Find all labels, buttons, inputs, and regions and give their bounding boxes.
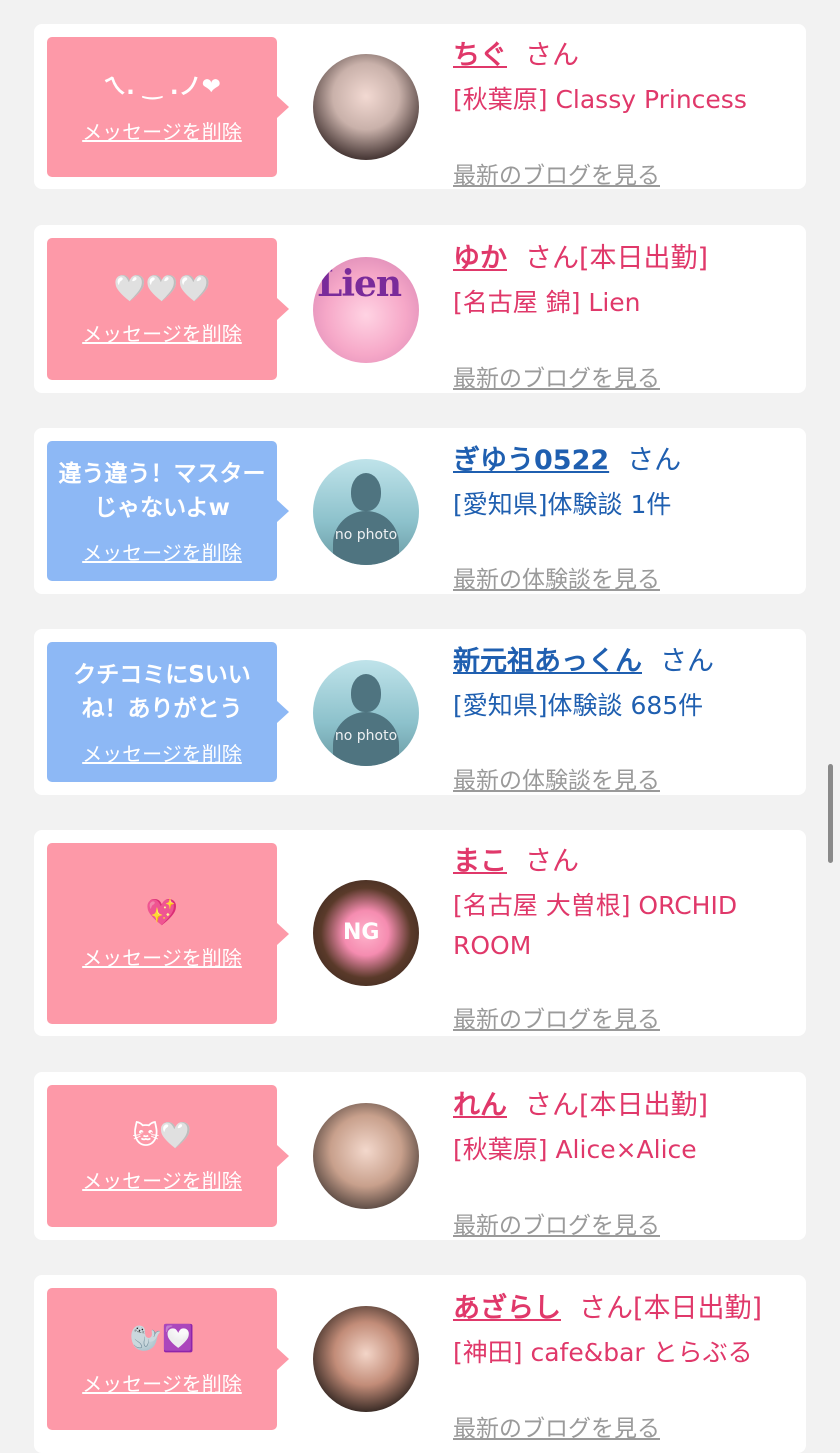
honorific: さん	[525, 40, 579, 71]
no-photo-avatar[interactable]: no photo	[313, 459, 419, 565]
sender-info: まこ さん [名古屋 大曽根] ORCHID ROOM 最新のブログを見る	[453, 844, 796, 1033]
message-card: 🦭💟 メッセージを削除 あざらし さん[本日出勤] [神田] cafe&bar と…	[34, 1275, 806, 1453]
message-card: 💖 メッセージを削除 NG まこ さん [名古屋 大曽根] ORCHID ROOM…	[34, 830, 806, 1036]
no-photo-avatar[interactable]: no photo	[313, 660, 419, 766]
review-count-label: [愛知県]体験談 1件	[453, 490, 672, 519]
sender-name-link[interactable]: れん	[453, 1090, 507, 1121]
message-bubble: 💖 メッセージを削除	[47, 843, 289, 1024]
delete-message-link[interactable]: メッセージを削除	[82, 537, 242, 566]
no-photo-label: no photo	[334, 527, 398, 543]
latest-blog-link[interactable]: 最新のブログを見る	[453, 1206, 660, 1240]
sender-info: れん さん[本日出勤] [秋葉原] Alice×Alice 最新のブログを見る	[453, 1088, 796, 1239]
message-bubble: クチコミにSいいね！ありがとう メッセージを削除	[47, 642, 289, 782]
latest-blog-link[interactable]: 最新のブログを見る	[453, 1409, 660, 1443]
name-line: まこ さん	[453, 844, 796, 880]
silhouette-icon	[351, 674, 381, 712]
honorific: さん	[579, 1293, 633, 1324]
message-card: 違う違う！マスターじゃないよw メッセージを削除 no photo ぎゆう052…	[34, 428, 806, 594]
delete-message-link[interactable]: メッセージを削除	[82, 116, 242, 145]
avatar[interactable]	[313, 54, 419, 160]
delete-message-link[interactable]: メッセージを削除	[82, 318, 242, 347]
name-line: 新元祖あっくん さん	[453, 644, 796, 680]
sender-name-link[interactable]: ゆか	[453, 243, 507, 274]
message-text: 💖	[145, 898, 179, 928]
avatar[interactable]: Lien	[313, 257, 419, 363]
name-line: れん さん[本日出勤]	[453, 1088, 796, 1124]
sender-info: ぎゆう0522 さん [愛知県]体験談 1件 最新の体験談を見る	[453, 443, 796, 593]
sender-name-link[interactable]: 新元祖あっくん	[453, 646, 642, 677]
message-bubble: 🐱🤍 メッセージを削除	[47, 1085, 289, 1227]
sender-name-link[interactable]: ちぐ	[453, 40, 507, 71]
delete-message-link[interactable]: メッセージを削除	[82, 738, 242, 767]
message-text: クチコミにSいいね！ありがとう	[73, 661, 251, 722]
message-card: クチコミにSいいね！ありがとう メッセージを削除 no photo 新元祖あっく…	[34, 629, 806, 795]
avatar[interactable]: NG	[313, 880, 419, 986]
honorific: さん	[660, 646, 714, 677]
message-text: 🦭💟	[129, 1323, 195, 1354]
message-text: ㄟ. ‿ .ノ❤	[103, 73, 221, 100]
latest-blog-link[interactable]: 最新のブログを見る	[453, 1000, 660, 1034]
shop-label: [秋葉原] Classy Princess	[453, 85, 747, 114]
message-text: 🤍🤍🤍	[113, 273, 211, 304]
delete-message-link[interactable]: メッセージを削除	[82, 942, 242, 971]
shop-label: [神田] cafe&bar とらぶる	[453, 1338, 753, 1367]
name-line: ちぐ さん	[453, 38, 796, 74]
silhouette-icon	[351, 473, 381, 511]
latest-blog-link[interactable]: 最新のブログを見る	[453, 156, 660, 190]
message-card: ㄟ. ‿ .ノ❤ メッセージを削除 ちぐ さん [秋葉原] Classy Prin…	[34, 24, 806, 189]
name-line: あざらし さん[本日出勤]	[453, 1291, 796, 1327]
sender-name-link[interactable]: ぎゆう0522	[453, 445, 609, 476]
latest-review-link[interactable]: 最新の体験談を見る	[453, 560, 660, 594]
avatar-logo-text: Lien	[317, 263, 402, 305]
message-bubble: ㄟ. ‿ .ノ❤ メッセージを削除	[47, 37, 289, 177]
sender-name-link[interactable]: まこ	[453, 846, 507, 877]
latest-blog-link[interactable]: 最新のブログを見る	[453, 359, 660, 393]
shop-label: [秋葉原] Alice×Alice	[453, 1135, 697, 1164]
status-badge: [本日出勤]	[579, 243, 709, 274]
honorific: さん	[525, 243, 579, 274]
name-line: ぎゆう0522 さん	[453, 443, 796, 479]
latest-review-link[interactable]: 最新の体験談を見る	[453, 761, 660, 795]
ng-mask-label: NG	[343, 920, 380, 945]
sender-name-link[interactable]: あざらし	[453, 1293, 561, 1324]
name-line: ゆか さん[本日出勤]	[453, 241, 796, 277]
message-text: 違う違う！マスターじゃないよw	[58, 460, 266, 521]
no-photo-label: no photo	[334, 728, 398, 744]
avatar[interactable]	[313, 1306, 419, 1412]
honorific: さん	[525, 846, 579, 877]
honorific: さん	[525, 1090, 579, 1121]
review-count-label: [愛知県]体験談 685件	[453, 691, 704, 720]
delete-message-link[interactable]: メッセージを削除	[82, 1165, 242, 1194]
delete-message-link[interactable]: メッセージを削除	[82, 1368, 242, 1397]
sender-info: ちぐ さん [秋葉原] Classy Princess 最新のブログを見る	[453, 38, 796, 189]
status-badge: [本日出勤]	[633, 1293, 763, 1324]
sender-info: あざらし さん[本日出勤] [神田] cafe&bar とらぶる 最新のブログを見…	[453, 1291, 796, 1442]
scrollbar[interactable]	[828, 764, 833, 863]
honorific: さん	[627, 445, 682, 476]
status-badge: [本日出勤]	[579, 1090, 709, 1121]
shop-label: [名古屋 錦] Lien	[453, 288, 641, 317]
message-card: 🐱🤍 メッセージを削除 れん さん[本日出勤] [秋葉原] Alice×Alice…	[34, 1072, 806, 1240]
shop-label: [名古屋 大曽根] ORCHID ROOM	[453, 891, 738, 960]
message-card: 🤍🤍🤍 メッセージを削除 Lien ゆか さん[本日出勤] [名古屋 錦] Lie…	[34, 225, 806, 393]
message-bubble: 🤍🤍🤍 メッセージを削除	[47, 238, 289, 380]
sender-info: ゆか さん[本日出勤] [名古屋 錦] Lien 最新のブログを見る	[453, 241, 796, 392]
message-bubble: 🦭💟 メッセージを削除	[47, 1288, 289, 1430]
avatar[interactable]	[313, 1103, 419, 1209]
message-bubble: 違う違う！マスターじゃないよw メッセージを削除	[47, 441, 289, 581]
message-text: 🐱🤍	[132, 1120, 192, 1151]
sender-info: 新元祖あっくん さん [愛知県]体験談 685件 最新の体験談を見る	[453, 644, 796, 794]
